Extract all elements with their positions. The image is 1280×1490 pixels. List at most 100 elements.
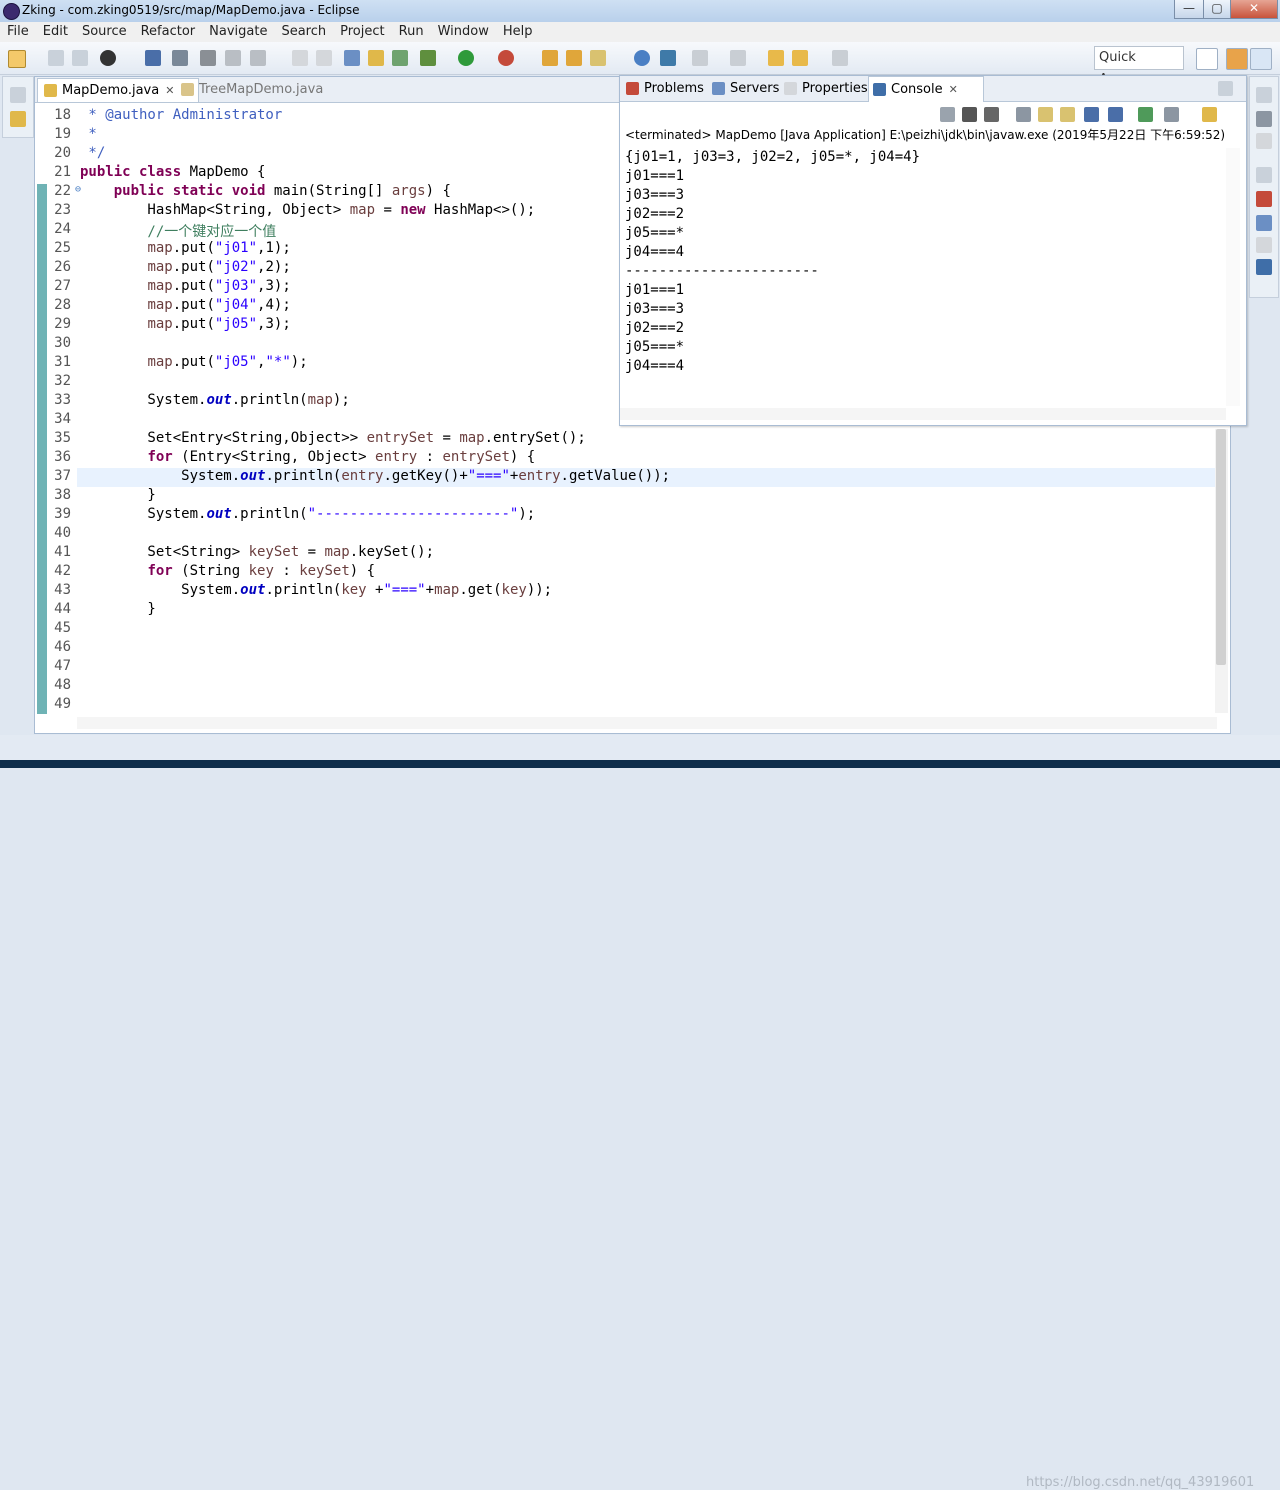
code-token: map: [324, 544, 350, 560]
tab-treemapdemo-java[interactable]: TreeMapDemo.java: [175, 78, 359, 101]
console-output-line: j02===2: [625, 320, 685, 336]
minimize-button[interactable]: —: [1174, 0, 1204, 19]
toggle-mark-icon[interactable]: [200, 50, 216, 66]
console-output[interactable]: {j01=1, j03=3, j02=2, j05=*, j04=4} j01==…: [625, 148, 1225, 406]
back-arrow-icon[interactable]: [768, 50, 784, 66]
code-token: Set<String>: [80, 544, 249, 560]
minimize-view-icon[interactable]: [1218, 81, 1233, 96]
menu-refactor[interactable]: Refactor: [134, 22, 203, 41]
block-selection-icon[interactable]: [250, 50, 266, 66]
code-token: :: [273, 563, 300, 579]
pin-console-icon[interactable]: [1138, 107, 1153, 122]
run-external-tools-icon[interactable]: [498, 50, 514, 66]
show-on-stdout-icon[interactable]: [1084, 107, 1099, 122]
outline-icon[interactable]: [1256, 133, 1272, 149]
search-icon[interactable]: [590, 50, 606, 66]
close-window-button[interactable]: ✕: [1230, 0, 1278, 19]
show-on-stderr-icon[interactable]: [1108, 107, 1123, 122]
globe-icon[interactable]: [634, 50, 650, 66]
code-token: entrySet: [442, 449, 510, 465]
menu-edit[interactable]: Edit: [36, 22, 75, 41]
tab-label: Servers: [730, 81, 780, 96]
restore-icon[interactable]: [10, 87, 26, 103]
close-console-tab-icon[interactable]: ✕: [949, 77, 958, 102]
remove-all-terminated-icon[interactable]: [984, 107, 999, 122]
new-package-icon[interactable]: [368, 50, 384, 66]
code-token: =: [375, 202, 401, 218]
code-token: System.: [80, 582, 241, 598]
tab-console[interactable]: Console ✕: [868, 76, 984, 102]
run-icon[interactable]: [458, 50, 474, 66]
menu-run[interactable]: Run: [392, 22, 431, 41]
scroll-thumb[interactable]: [1216, 429, 1226, 665]
display-selected-console-icon[interactable]: [1164, 107, 1179, 122]
next-annotation-icon[interactable]: [660, 50, 676, 66]
console-horizontal-scrollbar[interactable]: [620, 408, 1226, 420]
editor-vertical-scrollbar[interactable]: [1215, 429, 1228, 713]
debug-config-icon[interactable]: [100, 50, 116, 66]
open-console-icon[interactable]: [1202, 107, 1217, 122]
restore-icon[interactable]: [1256, 87, 1272, 103]
line-number: 29: [54, 316, 71, 332]
editor-horizontal-scrollbar[interactable]: [77, 717, 1217, 729]
open-task-icon[interactable]: [566, 50, 582, 66]
window-title: Zking - com.zking0519/src/map/MapDemo.ja…: [22, 3, 360, 17]
new-icon[interactable]: [8, 50, 26, 68]
open-terminal-icon[interactable]: [145, 50, 161, 66]
remove-launch-icon[interactable]: [962, 107, 977, 122]
console-icon[interactable]: [1256, 259, 1272, 275]
last-edit-location-icon[interactable]: [692, 50, 708, 66]
menu-window[interactable]: Window: [431, 22, 496, 41]
close-tab-icon[interactable]: ✕: [165, 79, 174, 102]
forward-icon[interactable]: [832, 50, 848, 66]
tab-label: MapDemo.java: [62, 83, 160, 98]
menu-source[interactable]: Source: [75, 22, 134, 41]
line-number: 33: [54, 392, 71, 408]
code-token: entry: [341, 468, 384, 484]
code-token: .put(: [172, 316, 215, 332]
code-token: .getKey()+: [383, 468, 468, 484]
debug-icon[interactable]: [420, 50, 436, 66]
problems-icon[interactable]: [1256, 191, 1272, 207]
scroll-lock-icon[interactable]: [1038, 107, 1053, 122]
code-line: System.out.println(key +"==="+map.get(ke…: [80, 582, 552, 598]
code-token: .keySet();: [349, 544, 435, 560]
code-token: .println(: [231, 506, 308, 522]
menu-file[interactable]: File: [0, 22, 36, 41]
restore-icon[interactable]: [1256, 167, 1272, 183]
word-wrap-console-icon[interactable]: [1060, 107, 1075, 122]
show-whitespace-icon[interactable]: [292, 50, 308, 66]
new-server-icon[interactable]: [344, 50, 360, 66]
code-token: );: [518, 506, 536, 522]
pin-editor-icon[interactable]: [730, 50, 746, 66]
menu-search[interactable]: Search: [274, 22, 333, 41]
word-wrap-icon[interactable]: [316, 50, 332, 66]
menu-project[interactable]: Project: [333, 22, 391, 41]
code-token: * @author Administrator: [80, 107, 283, 123]
console-toolbar: [620, 102, 1246, 126]
save-icon[interactable]: [48, 50, 64, 66]
servers-icon[interactable]: [1256, 215, 1272, 231]
new-class-icon[interactable]: [392, 50, 408, 66]
open-perspective-icon[interactable]: [1196, 48, 1218, 70]
console-vertical-scrollbar[interactable]: [1226, 148, 1240, 406]
skip-breakpoints-icon[interactable]: [172, 50, 188, 66]
edit-icon[interactable]: [225, 50, 241, 66]
quick-access-field[interactable]: Quick Access: [1094, 46, 1184, 87]
open-type-icon[interactable]: [542, 50, 558, 66]
back-icon[interactable]: [792, 50, 808, 66]
code-token: HashMap<String, Object>: [80, 202, 350, 218]
task-list-icon[interactable]: [1256, 111, 1272, 127]
maximize-button[interactable]: ▢: [1203, 0, 1231, 19]
menu-help[interactable]: Help: [496, 22, 540, 41]
menu-navigate[interactable]: Navigate: [202, 22, 274, 41]
properties-icon[interactable]: [1256, 237, 1272, 253]
save-all-icon[interactable]: [72, 50, 88, 66]
code-token: :: [417, 449, 443, 465]
code-line: for (String key : keySet) {: [80, 563, 375, 579]
clear-console-icon[interactable]: [1016, 107, 1031, 122]
package-explorer-icon[interactable]: [10, 111, 26, 127]
java-perspective-icon[interactable]: [1250, 48, 1272, 70]
terminate-icon[interactable]: [940, 107, 955, 122]
java-ee-perspective-icon[interactable]: [1226, 48, 1248, 70]
